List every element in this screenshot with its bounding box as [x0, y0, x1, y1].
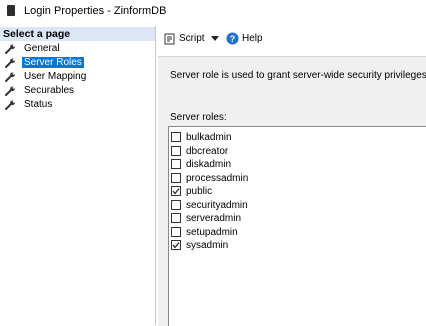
app-icon [7, 5, 15, 16]
page-item-status[interactable]: Status [5, 98, 88, 112]
script-dropdown[interactable] [210, 31, 220, 47]
wrench-icon [5, 44, 15, 54]
description-text: Server role is used to grant server-wide… [170, 70, 426, 81]
page-item-user-mapping[interactable]: User Mapping [5, 70, 88, 84]
server-roles-list: bulkadmin dbcreator diskadmin processadmin p… [168, 126, 426, 326]
checkmark-icon [172, 242, 180, 249]
page-item-server-roles[interactable]: Server Roles [5, 56, 88, 70]
page-item-label: General [24, 43, 60, 54]
role-name: bulkadmin [186, 132, 232, 143]
server-roles-label: Server roles: [170, 112, 227, 123]
role-checkbox[interactable] [171, 145, 181, 156]
wrench-icon [5, 58, 15, 68]
wrench-icon [5, 86, 15, 96]
role-checkbox[interactable] [171, 240, 181, 250]
role-name: securityadmin [186, 199, 248, 211]
chevron-down-icon [211, 36, 219, 41]
help-label: Help [242, 33, 263, 44]
page-item-label: Securables [24, 85, 75, 96]
wrench-icon [5, 100, 15, 110]
role-checkbox[interactable] [171, 199, 181, 210]
wrench-icon [5, 72, 15, 82]
role-checkbox[interactable] [171, 186, 181, 196]
page-item-general[interactable]: General [5, 42, 88, 56]
title-bar: Login Properties - ZinformDB [0, 0, 426, 24]
page-item-securables[interactable]: Securables [5, 84, 88, 98]
role-name: dbcreator [186, 145, 229, 157]
checkmark-icon [172, 188, 180, 195]
role-checkbox[interactable] [171, 213, 181, 223]
select-page-header: Select a page [0, 27, 155, 41]
role-name: diskadmin [186, 159, 232, 170]
role-checkbox[interactable] [171, 132, 181, 142]
role-name: processadmin [186, 172, 249, 184]
role-name: sysadmin [186, 240, 229, 251]
script-icon [164, 33, 175, 45]
role-name: serveradmin [186, 213, 242, 224]
script-label: Script [179, 33, 205, 44]
role-checkbox[interactable] [171, 172, 181, 183]
help-icon: ? [226, 32, 239, 45]
page-item-label: Server Roles [22, 57, 84, 68]
server-roles-panel: Server role is used to grant server-wide… [158, 56, 426, 326]
page-item-label: Status [24, 99, 53, 110]
page-list: General Server Roles User Mapping Securable… [5, 42, 88, 112]
role-name: setupadmin [186, 226, 238, 238]
page-item-label: User Mapping [24, 71, 87, 82]
toolbar: Script ? Help [158, 26, 426, 54]
role-name: public [186, 186, 213, 197]
role-checkbox[interactable] [171, 226, 181, 237]
role-checkbox[interactable] [171, 159, 181, 169]
window-title: Login Properties - ZinformDB [24, 5, 167, 17]
svg-text:?: ? [230, 34, 236, 44]
page-selector-pane: Select a page General Server Roles User Ma… [0, 26, 156, 325]
